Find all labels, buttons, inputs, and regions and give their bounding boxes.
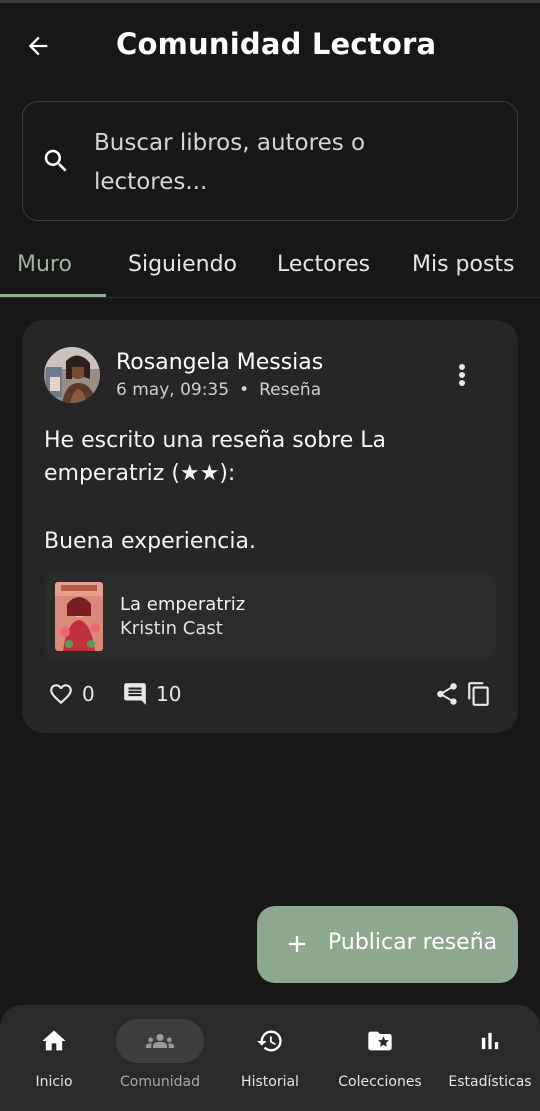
post-card: Rosangela Messias 6 may, 09:35 • Reseña He…: [22, 320, 518, 733]
post-author[interactable]: Rosangela Messias: [116, 350, 323, 375]
nav-item-estadisticas[interactable]: Estadísticas: [436, 1005, 540, 1111]
book-author: Kristin Cast: [120, 618, 223, 639]
avatar[interactable]: [44, 347, 100, 403]
post-date: 6 may, 09:35: [116, 380, 230, 400]
comment-icon[interactable]: [122, 681, 148, 707]
nav-item-historial[interactable]: Historial: [216, 1005, 324, 1111]
publish-review-button[interactable]: Publicar reseña: [257, 906, 518, 983]
nav-label-estadisticas: Estadísticas: [448, 1074, 532, 1090]
tab-lectores[interactable]: Lectores: [277, 252, 370, 277]
search-icon: [44, 149, 67, 172]
share-icon[interactable]: [434, 681, 460, 707]
folder-star-icon: [368, 1031, 392, 1051]
tab-mis-posts[interactable]: Mis posts: [412, 252, 515, 277]
more-options-button[interactable]: [450, 360, 474, 390]
post-actions: 0 10: [22, 675, 518, 715]
nav-label-historial: Historial: [241, 1074, 299, 1090]
avatar-photo: [44, 347, 100, 403]
copy-icon[interactable]: [466, 681, 492, 707]
book-cover-image: [55, 582, 103, 651]
search-input[interactable]: Buscar libros, autores o lectores...: [22, 101, 518, 221]
nav-item-inicio[interactable]: Inicio: [0, 1005, 108, 1111]
nav-item-comunidad[interactable]: Comunidad: [106, 1005, 214, 1111]
arrow-back-icon: [28, 36, 48, 56]
nav-item-colecciones[interactable]: Colecciones: [326, 1005, 434, 1111]
meta-separator: •: [239, 380, 250, 400]
post-meta: 6 may, 09:35 • Reseña: [116, 380, 321, 400]
more-vert-icon: [459, 364, 465, 370]
active-tab-indicator: [0, 294, 106, 297]
nav-label-inicio: Inicio: [35, 1074, 73, 1090]
home-icon: [42, 1030, 66, 1051]
like-count: 0: [82, 682, 95, 706]
tab-siguiendo[interactable]: Siguiendo: [128, 252, 237, 277]
post-content: He escrito una reseña sobre La emperatri…: [44, 424, 484, 558]
app-header: Comunidad Lectora: [0, 0, 540, 92]
groups-icon: [146, 1034, 174, 1048]
heart-outline-icon[interactable]: [48, 681, 74, 707]
nav-label-comunidad: Comunidad: [120, 1074, 200, 1090]
publish-review-label: Publicar reseña: [328, 930, 498, 955]
comment-count: 10: [156, 682, 182, 706]
post-text-review: Buena experiencia.: [44, 529, 256, 554]
history-icon: [257, 1030, 282, 1052]
page-title: Comunidad Lectora: [116, 27, 437, 61]
feed-tabs: Muro Siguiendo Lectores Mis posts: [0, 240, 540, 298]
post-text: He escrito una reseña sobre La emperatri…: [44, 428, 386, 486]
nav-label-colecciones: Colecciones: [338, 1074, 422, 1090]
bar-chart-icon: [481, 1032, 499, 1050]
tab-muro[interactable]: Muro: [17, 252, 72, 277]
plus-icon: [288, 935, 306, 953]
book-reference[interactable]: La emperatriz Kristin Cast: [46, 572, 496, 660]
back-button[interactable]: [18, 26, 58, 66]
bottom-navigation: Inicio Comunidad Historial Colecciones E…: [0, 1005, 540, 1111]
book-title: La emperatriz: [120, 594, 246, 615]
post-type: Reseña: [259, 380, 322, 400]
search-placeholder: Buscar libros, autores o lectores...: [94, 130, 366, 195]
